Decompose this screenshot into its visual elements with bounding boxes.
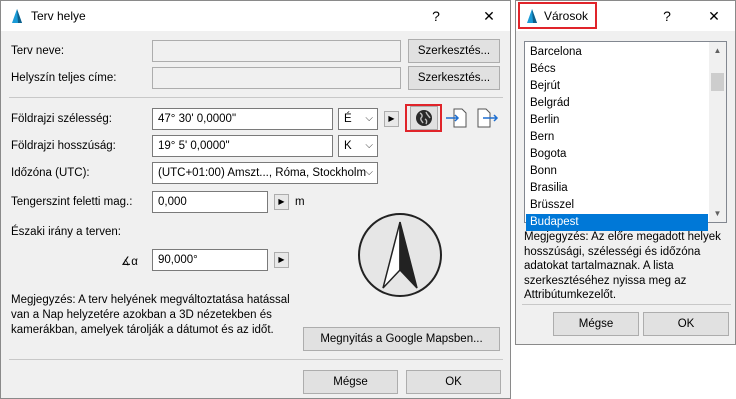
latitude-arrow-button[interactable]: ▶ xyxy=(384,111,399,127)
latitude-direction-select[interactable]: É ⌵ xyxy=(338,108,378,130)
list-item[interactable]: Bogota xyxy=(526,146,708,163)
list-item[interactable]: Brüsszel xyxy=(526,197,708,214)
longitude-direction-value: K xyxy=(344,140,352,152)
list-item[interactable]: Belgrád xyxy=(526,95,708,112)
list-item[interactable]: Bejrút xyxy=(526,78,708,95)
list-item[interactable]: Berlin xyxy=(526,112,708,129)
altitude-arrow-button[interactable]: ▶ xyxy=(274,194,289,210)
list-item[interactable]: Bécs xyxy=(526,61,708,78)
timezone-value: (UTC+01:00) Amszt..., Róma, Stockholm xyxy=(158,167,367,179)
app-logo-icon xyxy=(12,9,22,23)
cities-ok-button[interactable]: OK xyxy=(643,312,729,336)
globe-highlight xyxy=(405,104,442,132)
chevron-down-icon: ⌵ xyxy=(365,140,373,151)
plan-location-dialog: Terv helye ? ✕ Terv neve: Szerkesztés...… xyxy=(0,0,511,399)
cities-scrollbar[interactable]: ▲ ▼ xyxy=(709,42,726,222)
timezone-select[interactable]: (UTC+01:00) Amszt..., Róma, Stockholm ⌵ xyxy=(152,162,378,184)
north-direction-label: Északi irány a terven: xyxy=(11,226,121,238)
help-button[interactable]: ? xyxy=(425,6,447,26)
export-location-icon[interactable] xyxy=(475,107,499,129)
main-cancel-button[interactable]: Mégse xyxy=(303,370,398,394)
chevron-down-icon[interactable]: ▼ xyxy=(709,205,726,222)
cities-cancel-button[interactable]: Mégse xyxy=(553,312,639,336)
latitude-direction-value: É xyxy=(344,113,352,125)
cities-dialog: Városok ? ✕ Barcelona Bécs Bejrút Belgrád Be… xyxy=(515,0,736,345)
north-angle-arrow-button[interactable]: ▶ xyxy=(274,252,289,268)
main-ok-button[interactable]: OK xyxy=(406,370,501,394)
cities-help-button[interactable]: ? xyxy=(656,6,678,26)
list-item[interactable]: Brasilia xyxy=(526,180,708,197)
altitude-unit: m xyxy=(295,196,305,208)
cities-note: Megjegyzés: Az előre megadott helyek hos… xyxy=(524,231,721,301)
edit-plan-name-button[interactable]: Szerkesztés... xyxy=(408,39,500,63)
cities-title-highlight xyxy=(518,2,597,29)
chevron-down-icon: ⌵ xyxy=(365,113,373,124)
close-button[interactable]: ✕ xyxy=(478,6,500,26)
plan-name-field xyxy=(152,40,401,62)
altitude-label: Tengerszint feletti mag.: xyxy=(11,196,133,208)
list-item[interactable]: Budapest xyxy=(526,214,708,231)
scrollbar-thumb[interactable] xyxy=(711,73,724,91)
import-location-icon[interactable] xyxy=(445,107,469,129)
cities-list[interactable]: Barcelona Bécs Bejrút Belgrád Berlin Bern Bogo… xyxy=(524,41,727,231)
dialog-title: Terv helye xyxy=(31,9,86,23)
longitude-label: Földrajzi hosszúság: xyxy=(11,140,116,152)
latitude-label: Földrajzi szélesség: xyxy=(11,113,112,125)
title-bar[interactable]: Terv helye ? ✕ xyxy=(1,1,510,31)
north-angle-input[interactable]: 90,000° xyxy=(152,249,268,271)
latitude-input[interactable]: 47° 30' 0,0000" xyxy=(152,108,333,130)
altitude-input[interactable]: 0,000 xyxy=(152,191,268,213)
cities-close-button[interactable]: ✕ xyxy=(703,6,725,26)
chevron-up-icon[interactable]: ▲ xyxy=(709,42,726,59)
separator xyxy=(522,304,731,305)
longitude-direction-select[interactable]: K ⌵ xyxy=(338,135,378,157)
address-field xyxy=(152,67,401,89)
edit-address-button[interactable]: Szerkesztés... xyxy=(408,66,500,90)
plan-name-label: Terv neve: xyxy=(11,45,65,57)
list-item[interactable]: Bern xyxy=(526,129,708,146)
longitude-input[interactable]: 19° 5' 0,0000" xyxy=(152,135,333,157)
separator xyxy=(9,97,503,98)
chevron-down-icon: ⌵ xyxy=(365,167,373,178)
google-maps-button[interactable]: Megnyitás a Google Mapsben... xyxy=(303,327,500,351)
north-compass-icon[interactable] xyxy=(357,212,443,298)
list-item[interactable]: Barcelona xyxy=(526,44,708,61)
angle-icon: ∡α xyxy=(121,256,138,268)
separator xyxy=(9,359,503,360)
address-label: Helyszín teljes címe: xyxy=(11,72,117,84)
main-note: Megjegyzés: A terv helyének megváltoztat… xyxy=(11,294,290,336)
timezone-label: Időzóna (UTC): xyxy=(11,167,90,179)
list-item[interactable]: Bonn xyxy=(526,163,708,180)
